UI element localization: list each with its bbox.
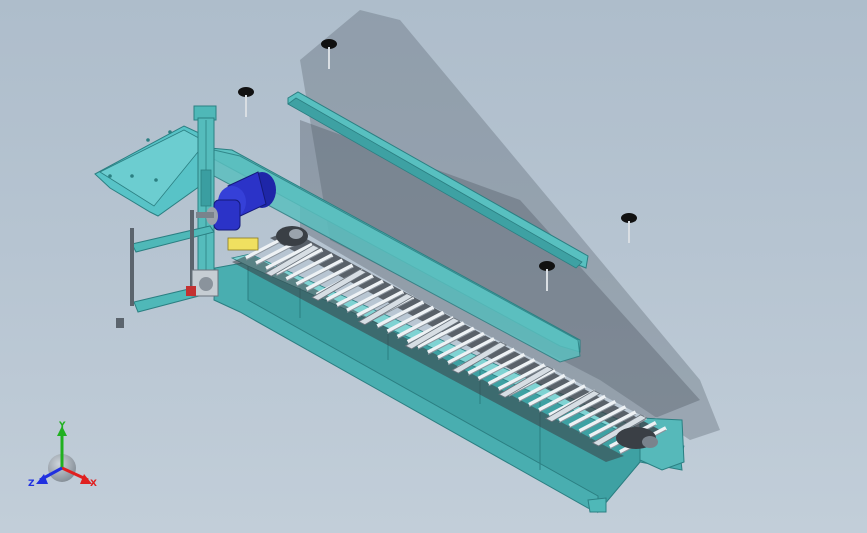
orientation-triad[interactable]: Y X Z [28, 421, 97, 489]
bolt-icon [116, 318, 124, 328]
hopper-plate[interactable] [94, 125, 215, 217]
cad-viewport[interactable]: Y X Z [0, 0, 867, 533]
y-axis-label: Y [58, 421, 66, 431]
conveyor-assembly-model[interactable]: Y X Z [0, 0, 867, 533]
x-axis-label: X [90, 479, 97, 489]
bolt-icon [238, 87, 254, 117]
z-axis-label: Z [28, 479, 35, 489]
bolt-icon [621, 213, 637, 243]
